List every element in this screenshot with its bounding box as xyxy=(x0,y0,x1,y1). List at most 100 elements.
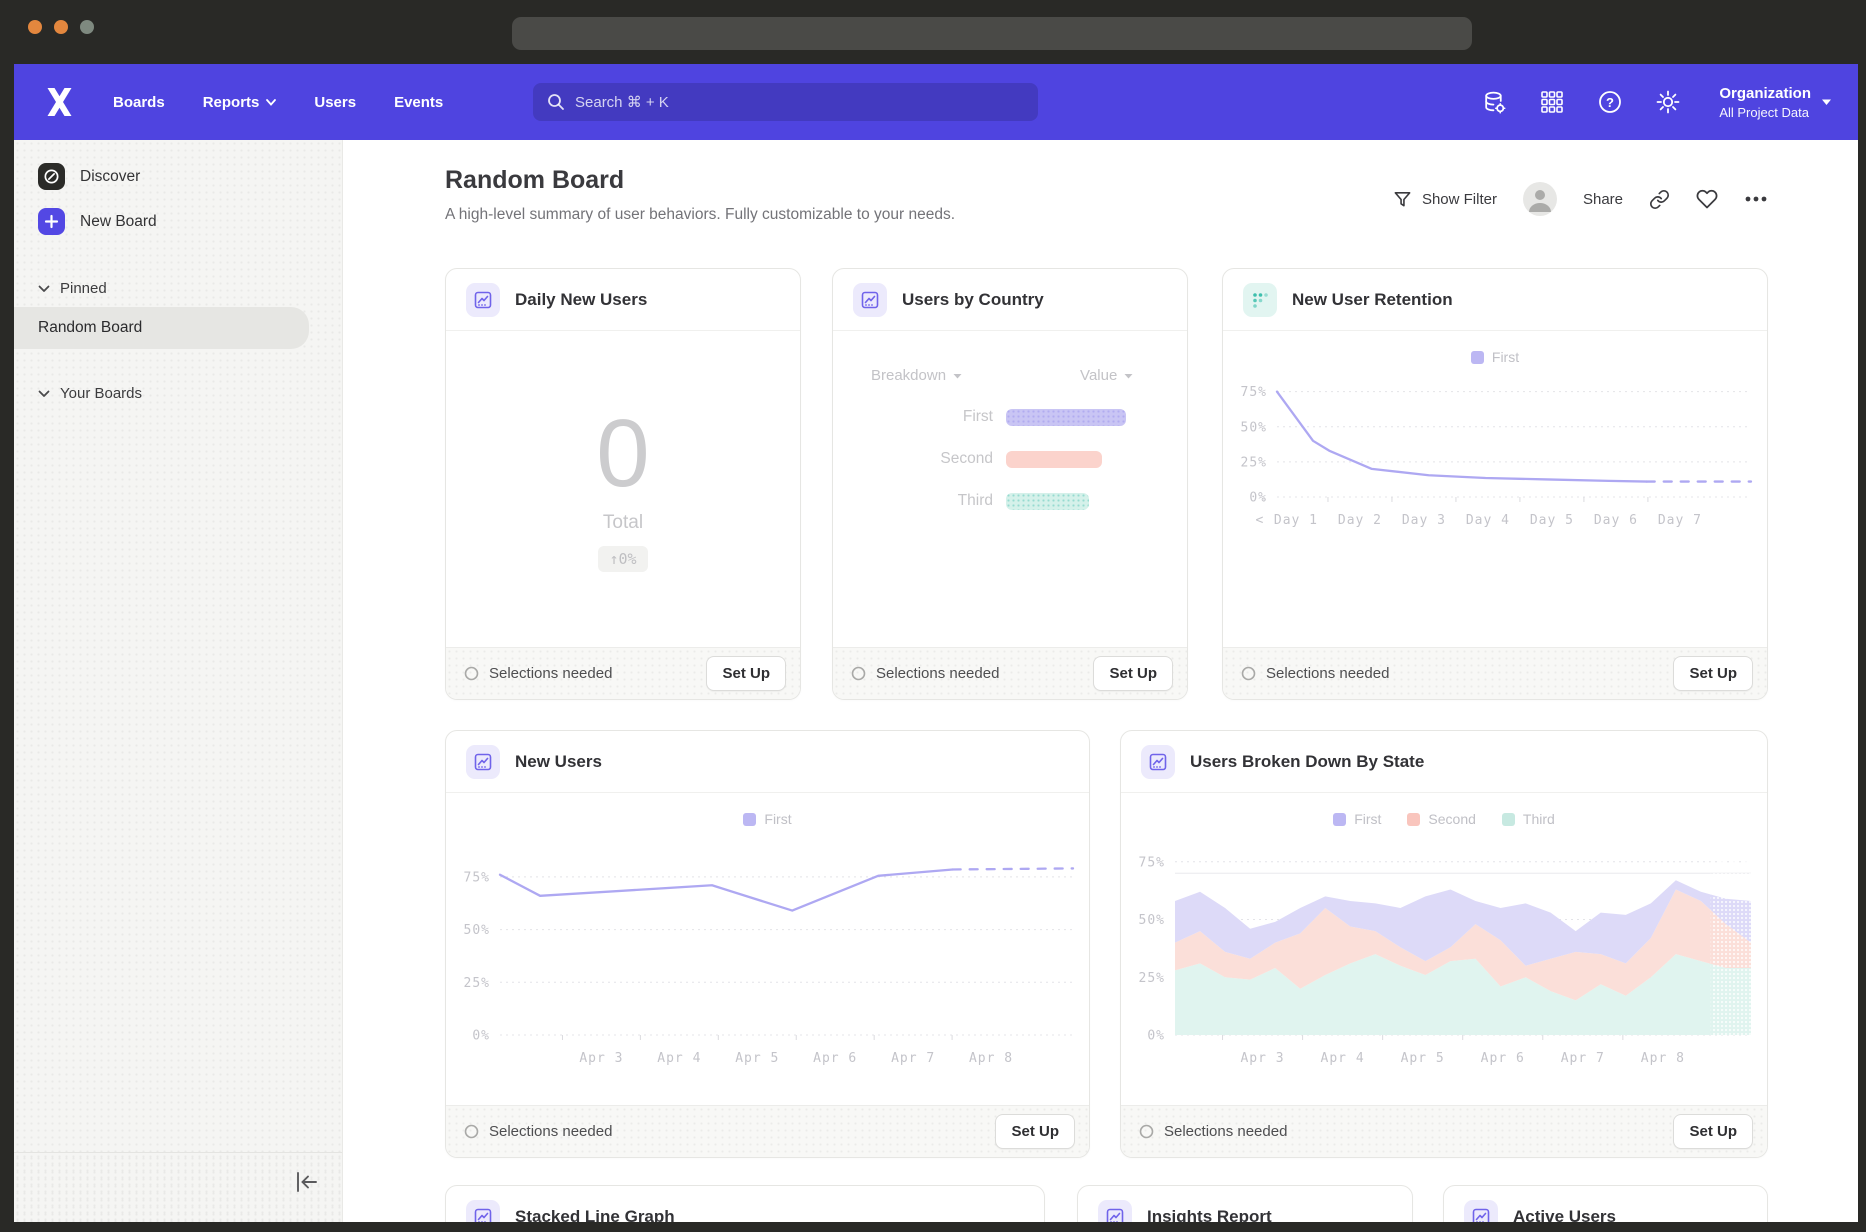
line-chart-icon xyxy=(853,283,887,317)
app-window: Boards Reports Users Events Search ⌘ + K xyxy=(0,0,1866,1232)
line-chart-icon xyxy=(466,283,500,317)
value-dropdown[interactable]: Value xyxy=(1080,367,1133,384)
line-chart-icon xyxy=(1141,745,1175,779)
more-options-icon[interactable] xyxy=(1744,195,1768,203)
apps-grid-icon[interactable] xyxy=(1539,89,1565,115)
legend-item: First xyxy=(1471,347,1519,367)
nav-item-users[interactable]: Users xyxy=(314,94,356,111)
status-circle-icon xyxy=(464,666,479,681)
set-up-button[interactable]: Set Up xyxy=(1093,656,1173,691)
card-daily-new-users: Daily New Users 0 Total ↑0% Selections n… xyxy=(445,268,801,700)
nav-item-boards[interactable]: Boards xyxy=(113,94,165,111)
window-dot-3[interactable] xyxy=(80,20,94,34)
svg-text:0%: 0% xyxy=(472,1029,490,1044)
plus-icon xyxy=(38,208,65,235)
sidebar-item-discover[interactable]: Discover xyxy=(14,154,342,199)
chart-legend: FirstSecondThird xyxy=(1121,809,1767,829)
value-bar xyxy=(1006,409,1126,426)
new-users-line-chart[interactable]: 75%50%25%0%Apr 3Apr 4Apr 5Apr 6Apr 7Apr … xyxy=(446,829,1089,1079)
favorite-heart-icon[interactable] xyxy=(1696,188,1718,210)
table-row: Second xyxy=(833,450,1187,468)
search-input[interactable]: Search ⌘ + K xyxy=(533,83,1038,121)
svg-text:Day 2: Day 2 xyxy=(1338,513,1382,528)
svg-text:Apr 4: Apr 4 xyxy=(657,1051,701,1066)
set-up-button[interactable]: Set Up xyxy=(995,1114,1075,1149)
legend-swatch-icon xyxy=(743,813,756,826)
svg-text:Day 5: Day 5 xyxy=(1530,513,1574,528)
sidebar-section-pinned[interactable]: Pinned xyxy=(14,270,342,307)
legend-item: First xyxy=(1333,809,1381,829)
card-new-users: New Users First 75%50%25%0%Apr 3Apr 4Apr… xyxy=(445,730,1090,1158)
breakdown-dropdown[interactable]: Breakdown xyxy=(871,367,962,384)
card-stacked-line-graph: Stacked Line Graph xyxy=(445,1185,1045,1222)
chart-legend: First xyxy=(446,809,1089,829)
board-canvas: Random Board A high-level summary of use… xyxy=(343,140,1858,1222)
page-frame: Boards Reports Users Events Search ⌘ + K xyxy=(14,64,1858,1222)
board-actions: Show Filter Share xyxy=(1393,182,1768,216)
help-icon[interactable]: ? xyxy=(1597,89,1623,115)
discover-compass-icon xyxy=(38,163,65,190)
chart-legend: First xyxy=(1223,347,1767,367)
copy-link-icon[interactable] xyxy=(1649,189,1670,210)
svg-text:Apr 7: Apr 7 xyxy=(1561,1051,1605,1066)
line-chart-icon xyxy=(466,745,500,779)
org-switcher[interactable]: Organization All Project Data xyxy=(1719,85,1832,120)
svg-text:Day 7: Day 7 xyxy=(1658,513,1702,528)
chevron-down-icon xyxy=(1821,98,1832,106)
svg-text:Apr 8: Apr 8 xyxy=(1641,1051,1685,1066)
nav-menu: Boards Reports Users Events xyxy=(113,94,443,111)
browser-url-bar[interactable] xyxy=(512,17,1472,50)
stacked-area-chart[interactable]: 75%50%25%0%Apr 3Apr 4Apr 5Apr 6Apr 7Apr … xyxy=(1121,829,1767,1079)
set-up-button[interactable]: Set Up xyxy=(1673,656,1753,691)
filter-funnel-icon xyxy=(1393,190,1412,209)
metric-delta-badge: ↑0% xyxy=(598,546,647,572)
card-title: Stacked Line Graph xyxy=(515,1207,675,1223)
svg-text:75%: 75% xyxy=(1139,855,1165,870)
share-button[interactable]: Share xyxy=(1583,191,1623,208)
chevron-down-icon xyxy=(38,285,50,293)
card-title: New Users xyxy=(515,752,602,772)
window-traffic-lights xyxy=(28,20,94,34)
svg-text:Day 6: Day 6 xyxy=(1594,513,1638,528)
set-up-button[interactable]: Set Up xyxy=(1673,1114,1753,1149)
sidebar: Discover New Board Pinned Random Board xyxy=(14,140,343,1222)
card-title: Daily New Users xyxy=(515,290,647,310)
svg-text:Apr 5: Apr 5 xyxy=(1401,1051,1445,1066)
window-dot-2[interactable] xyxy=(54,20,68,34)
metric-value: 0 xyxy=(596,406,649,502)
svg-text:Apr 3: Apr 3 xyxy=(579,1051,623,1066)
sidebar-item-random-board[interactable]: Random Board xyxy=(14,307,309,349)
card-users-by-country: Users by Country Breakdown Value xyxy=(832,268,1188,700)
svg-text:0%: 0% xyxy=(1147,1029,1165,1044)
metric-caption: Total xyxy=(603,512,643,534)
show-filter-button[interactable]: Show Filter xyxy=(1393,190,1497,209)
svg-text:Apr 5: Apr 5 xyxy=(735,1051,779,1066)
value-bar xyxy=(1006,451,1102,468)
svg-text:75%: 75% xyxy=(464,870,490,885)
retention-grid-icon xyxy=(1243,283,1277,317)
org-project: All Project Data xyxy=(1719,105,1811,120)
window-dot-1[interactable] xyxy=(28,20,42,34)
sidebar-collapse-icon[interactable] xyxy=(294,1171,320,1198)
metric-block: 0 Total ↑0% xyxy=(446,331,800,647)
settings-gear-icon[interactable] xyxy=(1655,89,1681,115)
data-management-icon[interactable] xyxy=(1481,89,1507,115)
avatar[interactable] xyxy=(1523,182,1557,216)
status-circle-icon xyxy=(851,666,866,681)
sidebar-section-your-boards[interactable]: Your Boards xyxy=(14,375,342,412)
svg-text:25%: 25% xyxy=(464,976,490,991)
chevron-down-icon xyxy=(266,99,276,106)
mixpanel-logo-icon[interactable] xyxy=(46,87,73,117)
sidebar-item-new-board[interactable]: New Board xyxy=(14,199,342,244)
legend-item: First xyxy=(743,809,791,829)
svg-text:<: < xyxy=(1256,513,1265,528)
nav-item-reports[interactable]: Reports xyxy=(203,94,277,111)
line-chart-icon xyxy=(466,1200,500,1223)
card-title: New User Retention xyxy=(1292,290,1453,310)
svg-text:75%: 75% xyxy=(1241,385,1267,400)
set-up-button[interactable]: Set Up xyxy=(706,656,786,691)
retention-line-chart[interactable]: 75%50%25%0%Day 1Day 2Day 3Day 4Day 5Day … xyxy=(1223,367,1767,537)
search-icon xyxy=(547,93,565,111)
nav-item-events[interactable]: Events xyxy=(394,94,443,111)
svg-text:Apr 8: Apr 8 xyxy=(969,1051,1013,1066)
